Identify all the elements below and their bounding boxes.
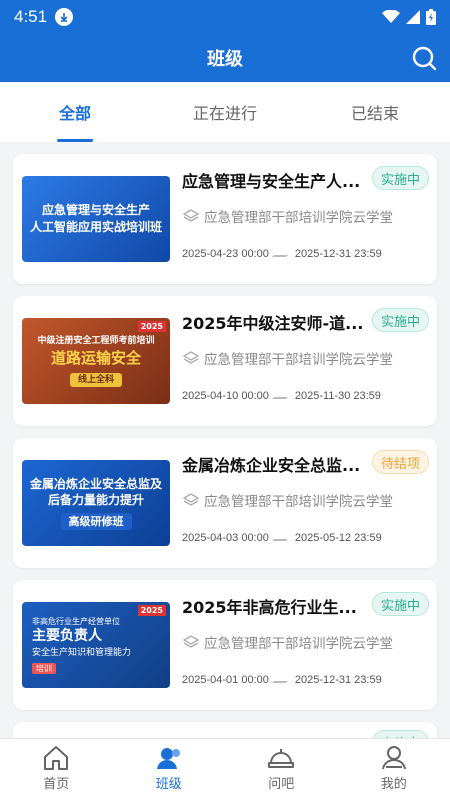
nav-profile[interactable]: 我的 bbox=[338, 739, 450, 797]
nav-label: 班级 bbox=[155, 776, 182, 792]
end-date: 2025-12-31 23:59 bbox=[294, 248, 382, 260]
class-thumbnail: 2025 非高危行业生产经营单位 主要负责人 安全生产知识和管理能力 培训 bbox=[22, 602, 170, 688]
start-date: 2025-04-23 00:00 bbox=[182, 248, 269, 260]
class-icon bbox=[156, 747, 180, 769]
class-dates: 2025-04-10 00:00 2025-11-30 23:59 bbox=[182, 390, 381, 402]
filter-tabs: 全部 正在进行 已结束 bbox=[0, 82, 450, 142]
layers-icon bbox=[183, 635, 199, 648]
thumbnail-year: 2025 bbox=[137, 321, 166, 333]
thumbnail-text: 线上全科 bbox=[69, 372, 122, 388]
class-org: 应急管理部干部培训学院云学堂 bbox=[183, 348, 393, 368]
thumbnail-text: 主要负责人 bbox=[32, 628, 102, 645]
class-dates: 2025-04-23 00:00 2025-12-31 23:59 bbox=[182, 248, 382, 260]
top-bar: 4:51 班级 bbox=[0, 0, 450, 82]
class-card[interactable]: 2025 非高危行业生产经营单位 主要负责人 安全生产知识和管理能力 培训 20… bbox=[13, 580, 437, 710]
class-thumbnail: 2025 中级注册安全工程师考前培训 道路运输安全 线上全科 bbox=[22, 318, 170, 404]
start-date: 2025-04-10 00:00 bbox=[182, 390, 269, 402]
org-name: 应急管理部干部培训学院云学堂 bbox=[204, 210, 393, 226]
home-icon bbox=[44, 745, 69, 770]
class-thumbnail: 应急管理与安全生产 人工智能应用实战培训班 bbox=[22, 176, 170, 262]
org-name: 应急管理部干部培训学院云学堂 bbox=[204, 494, 393, 510]
nav-home[interactable]: 首页 bbox=[0, 739, 113, 797]
tab-finished[interactable]: 已结束 bbox=[300, 82, 450, 142]
class-title: 2025年非高危行业生... bbox=[182, 598, 357, 617]
end-date: 2025-12-31 23:59 bbox=[294, 674, 382, 686]
thumbnail-text: 应急管理与安全生产 bbox=[41, 203, 150, 218]
nav-class[interactable]: 班级 bbox=[113, 739, 226, 797]
range-arrow-icon bbox=[271, 677, 292, 683]
nav-label: 我的 bbox=[380, 776, 407, 792]
start-date: 2025-04-01 00:00 bbox=[182, 674, 269, 686]
profile-icon bbox=[381, 745, 406, 769]
class-thumbnail: 金属冶炼企业安全总监及 后备力量能力提升 高级研修班 bbox=[22, 460, 170, 546]
thumbnail-text: 道路运输安全 bbox=[50, 348, 141, 367]
layers-icon bbox=[183, 209, 199, 222]
class-org: 应急管理部干部培训学院云学堂 bbox=[183, 632, 393, 652]
nav-ask[interactable]: 问吧 bbox=[225, 739, 338, 797]
class-title: 2025年中级注安师-道... bbox=[182, 314, 364, 333]
org-name: 应急管理部干部培训学院云学堂 bbox=[204, 636, 393, 652]
status-badge: 实施中 bbox=[371, 308, 429, 332]
org-name: 应急管理部干部培训学院云学堂 bbox=[204, 352, 393, 368]
title-bar: 班级 bbox=[0, 34, 450, 82]
class-card[interactable]: 2025 中级注册安全工程师考前培训 道路运输安全 线上全科 2025年中级注安… bbox=[13, 296, 437, 426]
thumbnail-text: 非高危行业生产经营单位 bbox=[32, 617, 120, 627]
class-list: 应急管理与安全生产 人工智能应用实战培训班 应急管理与安全生产人... 实施中 … bbox=[0, 142, 450, 738]
thumbnail-text: 后备力量能力提升 bbox=[47, 493, 144, 508]
thumbnail-text: 安全生产知识和管理能力 bbox=[32, 648, 132, 658]
tab-in-progress[interactable]: 正在进行 bbox=[150, 82, 300, 142]
status-badge: 实施中 bbox=[371, 166, 429, 190]
wifi-icon bbox=[382, 10, 400, 23]
nav-label: 首页 bbox=[43, 776, 70, 792]
signal-icon bbox=[406, 10, 420, 24]
start-date: 2025-04-03 00:00 bbox=[182, 532, 269, 544]
layers-icon bbox=[183, 493, 199, 506]
tab-all[interactable]: 全部 bbox=[0, 82, 150, 142]
status-badge: 实施中 bbox=[371, 730, 429, 738]
range-arrow-icon bbox=[271, 535, 292, 541]
range-arrow-icon bbox=[271, 393, 292, 399]
class-dates: 2025-04-01 00:00 2025-12-31 23:59 bbox=[182, 674, 382, 686]
page-title: 班级 bbox=[207, 49, 243, 70]
status-bar: 4:51 bbox=[0, 0, 450, 34]
class-card[interactable]: 应急管理与安全生产 人工智能应用实战培训班 应急管理与安全生产人... 实施中 … bbox=[13, 154, 437, 284]
thumbnail-year: 2025 bbox=[137, 605, 166, 617]
class-dates: 2025-04-03 00:00 2025-05-12 23:59 bbox=[182, 532, 382, 544]
thumbnail-text: 金属冶炼企业安全总监及 bbox=[29, 476, 162, 491]
search-icon[interactable] bbox=[410, 44, 438, 72]
thumbnail-text: 培训 bbox=[32, 662, 56, 674]
thumbnail-text: 高级研修班 bbox=[60, 513, 132, 531]
thumbnail-text: 人工智能应用实战培训班 bbox=[29, 220, 162, 234]
download-icon bbox=[55, 8, 74, 26]
bottom-nav: 首页 班级 问吧 我的 bbox=[0, 738, 450, 797]
class-card[interactable]: 金属冶炼企业安全总监及 后备力量能力提升 高级研修班 金属冶炼企业安全总监...… bbox=[13, 438, 437, 568]
class-title: 应急管理与安全生产人... bbox=[182, 172, 361, 191]
ask-icon bbox=[268, 748, 295, 768]
layers-icon bbox=[183, 351, 199, 364]
class-org: 应急管理部干部培训学院云学堂 bbox=[183, 206, 393, 226]
thumbnail-text: 中级注册安全工程师考前培训 bbox=[37, 335, 155, 346]
range-arrow-icon bbox=[271, 251, 292, 257]
class-card[interactable]: 实施中 bbox=[13, 722, 437, 738]
end-date: 2025-05-12 23:59 bbox=[294, 532, 382, 544]
battery-icon bbox=[426, 9, 436, 25]
class-org: 应急管理部干部培训学院云学堂 bbox=[183, 490, 393, 510]
status-icons bbox=[382, 9, 436, 25]
end-date: 2025-11-30 23:59 bbox=[294, 390, 381, 402]
status-time: 4:51 bbox=[14, 7, 48, 26]
status-badge: 实施中 bbox=[371, 592, 429, 616]
class-title: 金属冶炼企业安全总监... bbox=[182, 456, 361, 475]
nav-label: 问吧 bbox=[268, 776, 295, 792]
status-badge: 待结项 bbox=[371, 450, 429, 474]
